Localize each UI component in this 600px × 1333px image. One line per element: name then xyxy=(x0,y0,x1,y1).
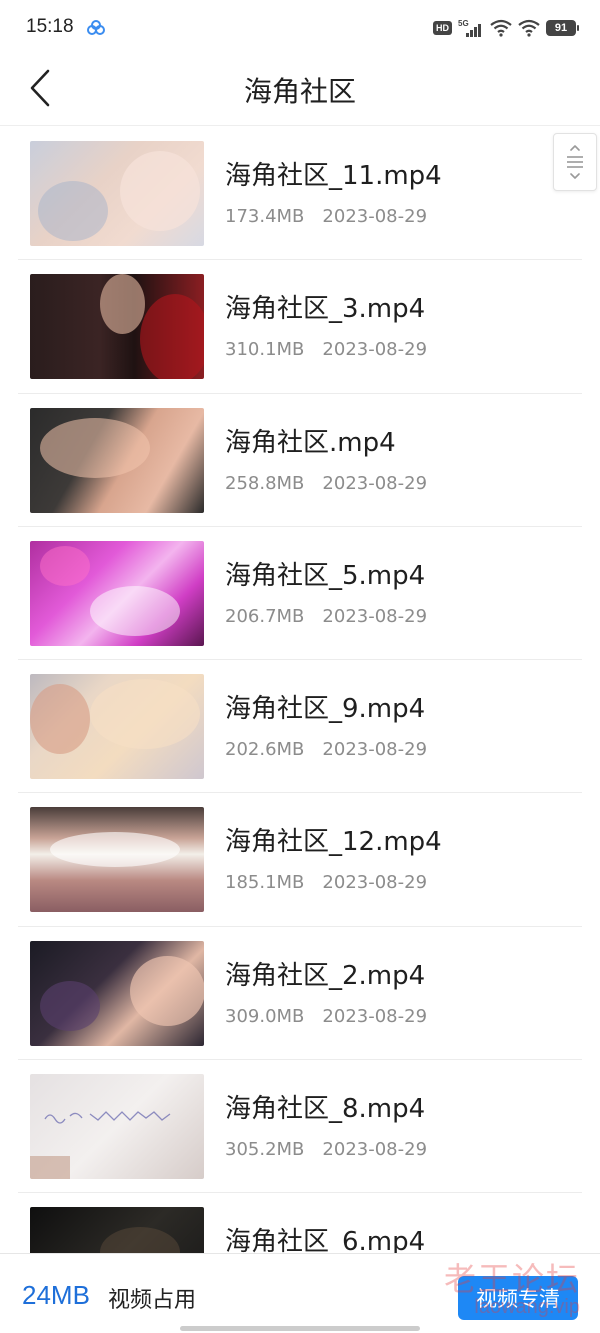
fast-scroll-handle[interactable] xyxy=(553,133,597,191)
video-meta: 206.7MB 2023-08-29 xyxy=(225,606,427,627)
video-size: 185.1MB xyxy=(225,872,305,894)
battery-icon: 91 xyxy=(546,20,579,36)
video-thumbnail xyxy=(30,407,204,513)
video-title: 海角社区_9.mp4 xyxy=(225,694,426,725)
video-list-item[interactable]: 海角社区_3.mp4 310.1MB 2023-08-29 xyxy=(18,260,582,394)
video-size: 309.0MB xyxy=(225,1005,305,1027)
video-size: 202.6MB xyxy=(225,739,305,761)
cellular-signal-icon: 5G xyxy=(458,19,481,37)
video-list-item[interactable]: 海角社区_11.mp4 173.4MB 2023-08-29 xyxy=(18,127,582,261)
video-thumbnail xyxy=(30,540,204,646)
video-thumbnail xyxy=(30,274,204,380)
video-cleanup-button[interactable]: 视频专清 xyxy=(458,1276,578,1320)
video-thumbnail xyxy=(30,940,204,1046)
video-date: 2023-08-29 xyxy=(322,339,428,361)
video-thumbnail xyxy=(30,1074,204,1180)
video-title: 海角社区_8.mp4 xyxy=(225,1094,426,1125)
nav-bar: 海角社区 xyxy=(0,56,600,126)
video-thumbnail xyxy=(30,674,204,780)
video-meta: 309.0MB 2023-08-29 xyxy=(225,1006,427,1027)
video-meta: 202.6MB 2023-08-29 xyxy=(225,739,427,760)
video-date: 2023-08-29 xyxy=(322,872,428,894)
app-notification-icon xyxy=(87,20,105,35)
video-meta: 185.1MB 2023-08-29 xyxy=(225,872,427,893)
video-meta: 258.8MB 2023-08-29 xyxy=(225,473,427,494)
storage-label: 视频占用 xyxy=(108,1288,197,1313)
video-date: 2023-08-29 xyxy=(322,1005,428,1027)
video-title: 海角社区_12.mp4 xyxy=(225,827,442,858)
video-meta: 305.2MB 2023-08-29 xyxy=(225,1139,427,1160)
storage-size: 24MB xyxy=(22,1280,90,1310)
video-thumbnail xyxy=(30,141,204,246)
video-date: 2023-08-29 xyxy=(322,472,428,494)
video-title: 海角社区_6.mp4 xyxy=(225,1227,426,1253)
home-indicator[interactable] xyxy=(180,1326,420,1331)
video-date: 2023-08-29 xyxy=(322,605,428,627)
video-title: 海角社区_11.mp4 xyxy=(225,161,442,191)
video-title: 海角社区_3.mp4 xyxy=(225,294,426,325)
status-bar: 15:18 HD 5G 91 xyxy=(0,0,600,56)
video-thumbnail xyxy=(30,1207,204,1253)
video-meta: 173.4MB 2023-08-29 xyxy=(225,206,427,227)
status-indicators: HD 5G 91 xyxy=(433,16,579,40)
hd-badge: HD xyxy=(433,21,452,35)
video-title: 海角社区_5.mp4 xyxy=(225,560,426,591)
video-list-item[interactable]: 海角社区_6.mp4 xyxy=(18,1193,582,1253)
video-size: 206.7MB xyxy=(225,605,305,627)
video-size: 305.2MB xyxy=(225,1139,305,1161)
video-list-item[interactable]: 海角社区_9.mp4 202.6MB 2023-08-29 xyxy=(18,660,582,794)
video-size: 258.8MB xyxy=(225,472,305,494)
bottom-storage-bar: 24MB 视频占用 视频专清 xyxy=(0,1253,600,1333)
wifi-secondary-icon xyxy=(518,19,540,37)
video-title: 海角社区_2.mp4 xyxy=(225,960,426,991)
video-list-item[interactable]: 海角社区_12.mp4 185.1MB 2023-08-29 xyxy=(18,793,582,927)
video-meta: 310.1MB 2023-08-29 xyxy=(225,339,427,360)
video-list-item[interactable]: 海角社区_5.mp4 206.7MB 2023-08-29 xyxy=(18,527,582,661)
video-date: 2023-08-29 xyxy=(322,1139,428,1161)
video-list: 海角社区_11.mp4 173.4MB 2023-08-29 海角社区_3.mp… xyxy=(0,127,600,1253)
network-type-label: 5G xyxy=(458,19,469,28)
video-date: 2023-08-29 xyxy=(322,206,428,227)
video-list-item[interactable]: 海角社区.mp4 258.8MB 2023-08-29 xyxy=(18,394,582,527)
handwritten-note-image xyxy=(30,1111,171,1180)
video-size: 310.1MB xyxy=(225,339,305,361)
wifi-icon xyxy=(490,19,512,37)
video-list-item[interactable]: 海角社区_8.mp4 305.2MB 2023-08-29 xyxy=(18,1060,582,1194)
page-title: 海角社区 xyxy=(243,75,356,108)
status-time: 15:18 xyxy=(26,16,74,37)
drag-handle-icon xyxy=(567,145,583,179)
video-size: 173.4MB xyxy=(225,206,305,227)
video-title: 海角社区.mp4 xyxy=(225,427,396,458)
video-thumbnail xyxy=(30,807,204,913)
video-date: 2023-08-29 xyxy=(322,739,428,761)
video-list-item[interactable]: 海角社区_2.mp4 309.0MB 2023-08-29 xyxy=(18,927,582,1061)
